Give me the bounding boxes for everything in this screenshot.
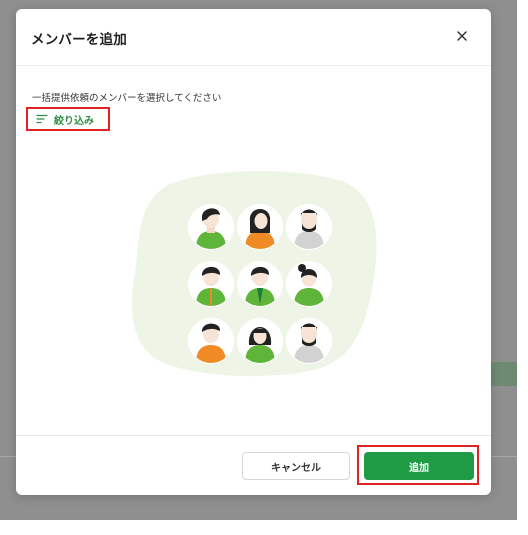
close-icon bbox=[457, 31, 467, 41]
avatar-9 bbox=[286, 318, 332, 364]
add-member-dialog: メンバーを追加 一括提供依頼のメンバーを選択してください 絞り込み キャンセル … bbox=[16, 9, 491, 495]
avatar-8 bbox=[237, 318, 283, 364]
avatar-4 bbox=[188, 261, 234, 307]
filter-label: 絞り込み bbox=[54, 115, 94, 127]
filter-button[interactable]: 絞り込み bbox=[26, 107, 110, 131]
filter-lines-icon bbox=[36, 114, 48, 124]
backdrop-row-highlight bbox=[490, 362, 517, 386]
avatar-2 bbox=[237, 204, 283, 250]
add-button[interactable]: 追加 bbox=[364, 452, 474, 480]
avatar-6 bbox=[286, 261, 332, 307]
avatar-3 bbox=[286, 204, 332, 250]
dialog-title: メンバーを追加 bbox=[31, 32, 127, 48]
cancel-button[interactable]: キャンセル bbox=[242, 452, 350, 480]
close-button[interactable] bbox=[452, 26, 472, 46]
members-illustration bbox=[131, 170, 377, 377]
avatar-1 bbox=[188, 204, 234, 250]
instruction-text: 一括提供依頼のメンバーを選択してください bbox=[32, 93, 222, 104]
avatar-7 bbox=[188, 318, 234, 364]
dialog-footer: キャンセル 追加 bbox=[16, 435, 491, 495]
avatar-5 bbox=[237, 261, 283, 307]
dialog-header: メンバーを追加 bbox=[16, 9, 491, 66]
